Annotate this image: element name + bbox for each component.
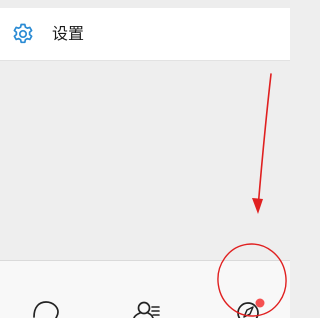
content-area <box>0 61 290 260</box>
settings-row[interactable]: 设置 <box>0 8 290 61</box>
top-strip <box>0 0 290 8</box>
tab-bar <box>0 260 290 318</box>
settings-label: 设置 <box>52 24 85 43</box>
tab-chat[interactable] <box>20 261 70 318</box>
tab-contacts[interactable] <box>120 261 170 318</box>
tab-discover[interactable] <box>225 261 275 318</box>
gear-icon <box>11 22 35 46</box>
